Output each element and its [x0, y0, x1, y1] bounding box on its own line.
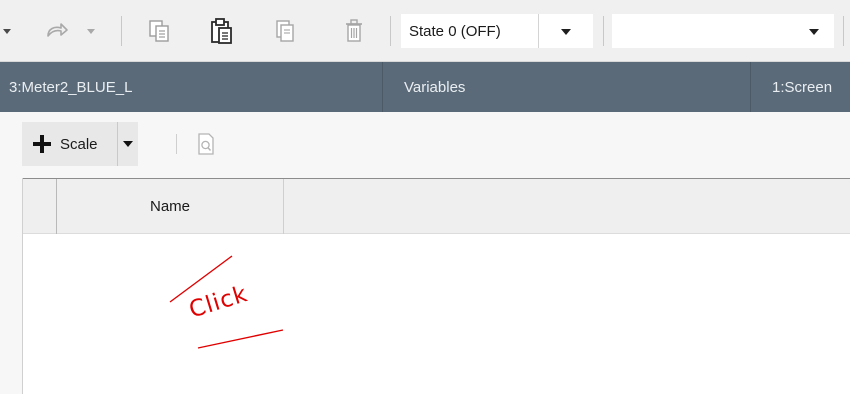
- toolbar-overflow-arrow[interactable]: [0, 0, 14, 62]
- column-header-name[interactable]: Name: [57, 179, 284, 234]
- add-scale-dropdown[interactable]: [118, 140, 138, 148]
- redo-icon: [47, 23, 68, 37]
- add-scale-button[interactable]: Scale: [22, 122, 118, 166]
- delete-icon: [346, 19, 362, 42]
- dropdown-arrow-icon: [3, 29, 11, 34]
- toolbar-separator: [603, 16, 604, 46]
- chevron-down-icon: [561, 28, 571, 35]
- paste-icon: [211, 18, 232, 44]
- toolbar-separator: [176, 134, 177, 154]
- tab-meter2-blue-l[interactable]: 3:Meter2_BLUE_L: [0, 62, 383, 112]
- tab-label: Variables: [404, 78, 466, 96]
- toolbar-separator: [121, 16, 122, 46]
- panel-left-margin: [0, 178, 22, 394]
- column-header-label: Name: [149, 198, 190, 215]
- toolbar-separator: [390, 16, 391, 46]
- panel-toolbar: Scale: [0, 112, 850, 178]
- state-select-value: State 0 (OFF): [401, 14, 539, 48]
- delete-button[interactable]: [337, 0, 371, 62]
- toolbar-separator: [843, 16, 844, 46]
- tab-label: 3:Meter2_BLUE_L: [9, 78, 133, 96]
- main-toolbar: State 0 (OFF): [0, 0, 850, 62]
- copy-icon: [149, 20, 169, 42]
- add-scale-label: Scale: [60, 135, 98, 153]
- grid-header: Name: [23, 178, 850, 234]
- plus-icon: [33, 135, 51, 153]
- second-select-dropdown[interactable]: [794, 27, 834, 36]
- chevron-down-icon: [809, 28, 819, 35]
- redo-button[interactable]: [40, 0, 74, 62]
- dropdown-arrow-icon: [123, 141, 133, 147]
- application-window: State 0 (OFF) 3:Meter2_BLUE_L Variables: [0, 0, 850, 394]
- second-select[interactable]: [612, 14, 834, 48]
- preview-icon: [198, 133, 214, 155]
- dropdown-arrow-icon: [87, 29, 95, 34]
- add-scale-split-button: Scale: [22, 122, 138, 166]
- duplicate-button[interactable]: [268, 0, 302, 62]
- grid-body[interactable]: [23, 234, 850, 394]
- preview-button[interactable]: [192, 128, 220, 160]
- scale-grid: Name: [22, 178, 850, 394]
- document-tabs: 3:Meter2_BLUE_L Variables 1:Screen: [0, 62, 850, 112]
- redo-dropdown[interactable]: [80, 0, 102, 62]
- copy-button[interactable]: [142, 0, 176, 62]
- tab-screen[interactable]: 1:Screen: [751, 62, 850, 112]
- state-select[interactable]: State 0 (OFF): [401, 14, 593, 48]
- tab-label: 1:Screen: [772, 78, 833, 96]
- duplicate-icon: [276, 20, 294, 42]
- state-select-dropdown[interactable]: [539, 27, 593, 36]
- tab-variables[interactable]: Variables: [383, 62, 751, 112]
- row-header-corner[interactable]: [23, 179, 57, 234]
- paste-button[interactable]: [205, 0, 239, 62]
